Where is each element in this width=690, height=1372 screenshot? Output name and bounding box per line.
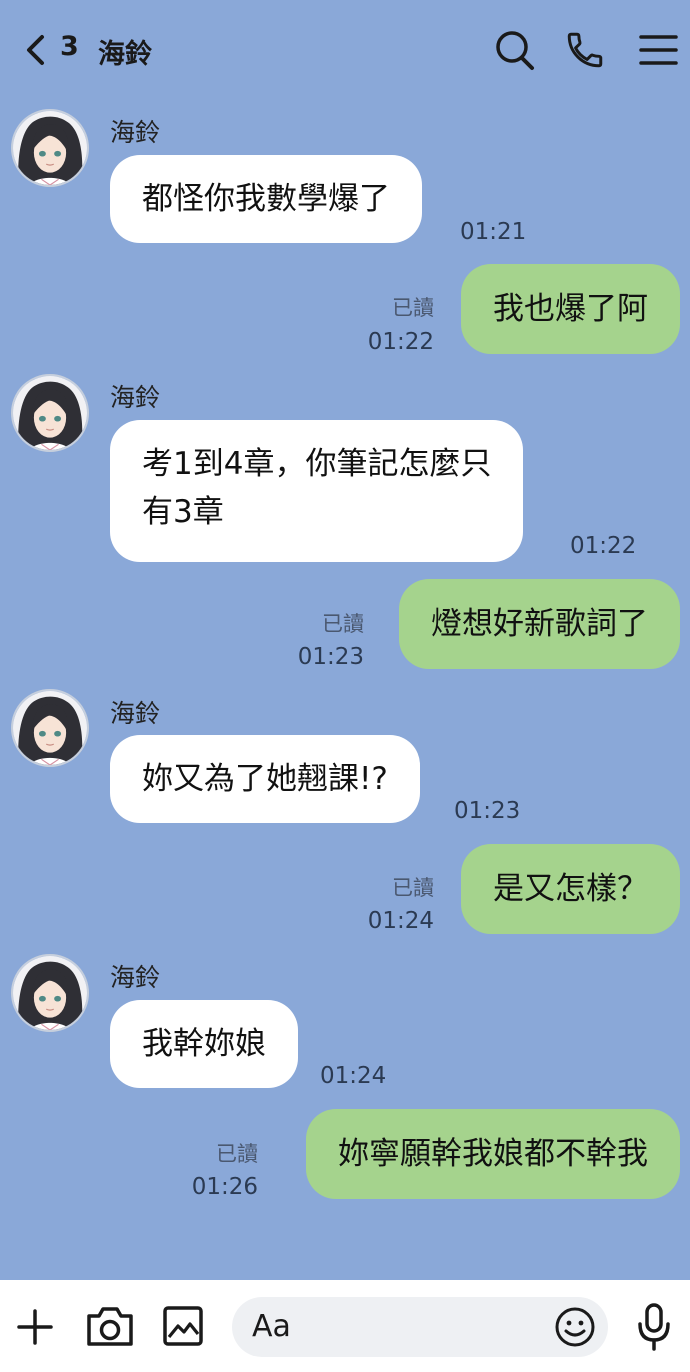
message-list[interactable]: 海鈴 都怪你我數學爆了 01:21 已讀 01:22 我也爆了阿 海鈴 考1到4… (0, 0, 690, 1280)
read-receipt: 已讀 (392, 296, 434, 320)
incoming-message-bubble[interactable]: 我幹妳娘 (110, 1000, 298, 1088)
smiley-icon[interactable] (554, 1306, 596, 1348)
message-time: 01:22 (367, 329, 434, 355)
input-placeholder: Aa (252, 1309, 291, 1344)
plus-icon[interactable] (16, 1308, 54, 1346)
message-time: 01:24 (367, 908, 434, 934)
outgoing-message-bubble[interactable]: 燈想好新歌詞了 (399, 579, 680, 669)
image-icon[interactable] (162, 1305, 204, 1347)
message-text-line: 有3章 (142, 494, 224, 530)
incoming-message-bubble[interactable]: 都怪你我數學爆了 (110, 155, 422, 243)
read-receipt: 已讀 (216, 1142, 258, 1166)
sender-name: 海鈴 (110, 963, 161, 992)
message-input-bar: Aa (0, 1280, 690, 1372)
outgoing-message-bubble[interactable]: 我也爆了阿 (461, 264, 680, 354)
message-time: 01:23 (297, 644, 364, 670)
incoming-message-bubble[interactable]: 妳又為了她翹課!? (110, 735, 420, 823)
message-text-line: 考1到4章，你筆記怎麼只 (142, 446, 492, 482)
message-time: 01:23 (454, 798, 521, 824)
camera-icon[interactable] (84, 1302, 136, 1350)
incoming-message-bubble[interactable]: 考1到4章，你筆記怎麼只 有3章 (110, 420, 524, 562)
sender-name: 海鈴 (110, 118, 161, 147)
message-time: 01:26 (191, 1174, 258, 1200)
message-time: 01:24 (320, 1063, 387, 1089)
message-input[interactable]: Aa (232, 1297, 608, 1357)
sender-name: 海鈴 (110, 699, 161, 728)
read-receipt: 已讀 (322, 612, 364, 636)
message-time: 01:21 (460, 219, 527, 245)
avatar[interactable] (11, 689, 89, 767)
message-time: 01:22 (570, 533, 637, 559)
microphone-icon[interactable] (636, 1302, 672, 1352)
avatar[interactable] (11, 374, 89, 452)
sender-name: 海鈴 (110, 383, 161, 412)
outgoing-message-bubble[interactable]: 是又怎樣？ (461, 844, 680, 934)
outgoing-message-bubble[interactable]: 妳寧願幹我娘都不幹我 (306, 1109, 680, 1199)
read-receipt: 已讀 (392, 876, 434, 900)
avatar[interactable] (11, 109, 89, 187)
avatar[interactable] (11, 954, 89, 1032)
